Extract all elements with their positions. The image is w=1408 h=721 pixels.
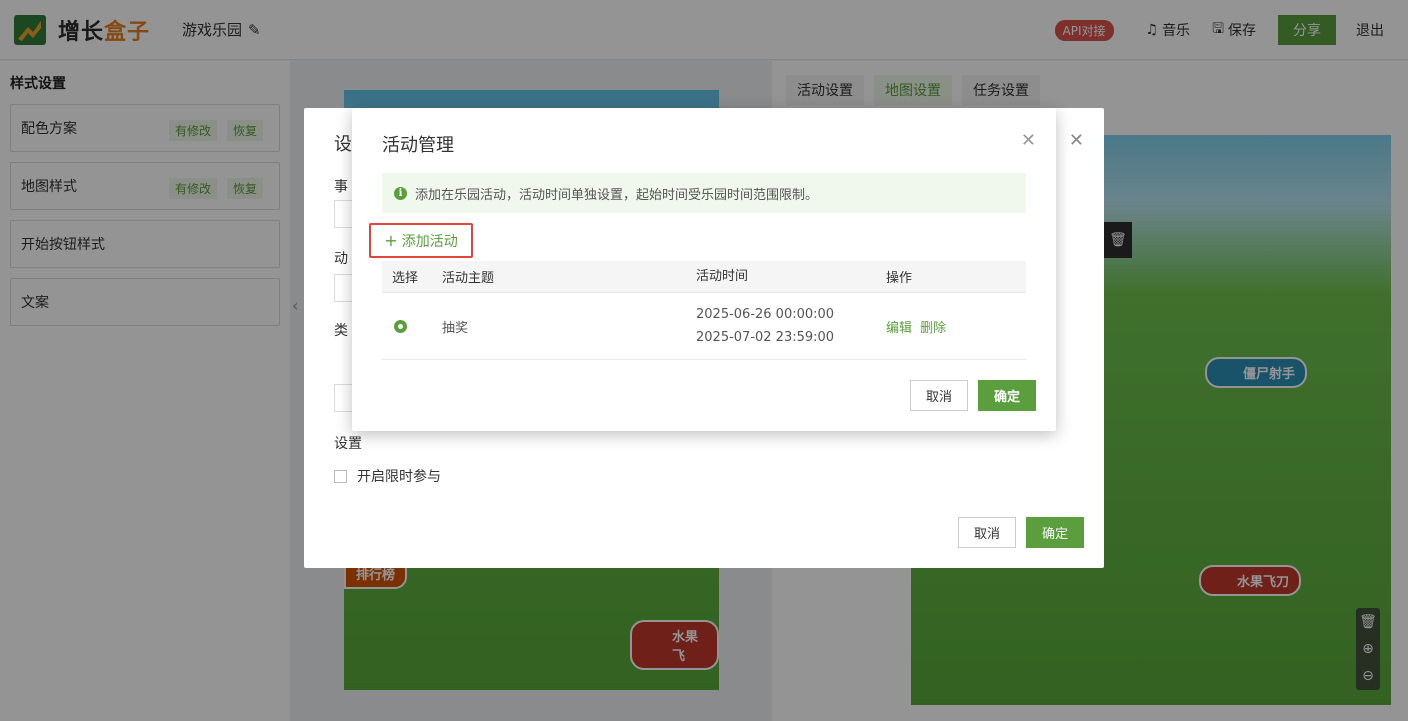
activity-end-time: 2025-07-02 23:59:00 [696,330,835,345]
activity-time: 2025-06-26 00:00:00 2025-07-02 23:59:00 [696,303,886,349]
settings-label: 设置 [334,436,362,452]
activity-table: 选择 活动主题 活动时间 操作 抽奖 2025-06-26 00:00:00 2… [382,261,1026,360]
checkbox-box[interactable] [334,469,347,483]
modal-title: 活动管理 [382,135,454,156]
event-label: 事 [334,179,348,195]
close-icon[interactable]: ✕ [1021,130,1036,151]
settings-ok-button[interactable]: 确定 [1026,517,1084,548]
activity-topic: 抽奖 [442,320,469,336]
event-input[interactable] [334,200,354,228]
animation-label: 动 [334,251,348,267]
table-row: 抽奖 2025-06-26 00:00:00 2025-07-02 23:59:… [382,293,1026,360]
column-actions: 操作 [886,271,913,286]
add-activity-button[interactable]: + 添加活动 [369,223,473,258]
activity-management-modal: 活动管理 ✕ i 添加在乐园活动，活动时间单独设置，起始时间受乐园时间范围限制。… [352,108,1056,431]
column-select: 选择 [392,271,419,286]
modal-cancel-button[interactable]: 取消 [910,380,968,411]
column-topic: 活动主题 [442,271,495,286]
activity-start-time: 2025-06-26 00:00:00 [696,307,835,322]
info-alert: i 添加在乐园活动，活动时间单独设置，起始时间受乐园时间范围限制。 [382,173,1026,213]
delete-link[interactable]: 删除 [920,321,946,336]
settings-cancel-button[interactable]: 取消 [958,517,1016,548]
plus-icon: + [384,231,398,250]
collapse-left-icon[interactable]: ‹ [292,296,298,315]
modal-ok-button[interactable]: 确定 [978,380,1036,411]
settings-dialog-title: 设 [334,134,352,155]
type-label: 类 [334,323,348,339]
table-header: 选择 活动主题 活动时间 操作 [382,261,1026,293]
close-icon[interactable]: ✕ [1069,130,1084,151]
animation-input[interactable] [334,274,354,302]
info-icon: i [394,186,407,200]
edit-link[interactable]: 编辑 [886,321,912,336]
select-radio[interactable] [394,319,407,333]
type-input[interactable] [334,384,354,412]
limited-time-checkbox[interactable]: 开启限时参与 [334,466,441,486]
column-time: 活动时间 [696,269,749,284]
